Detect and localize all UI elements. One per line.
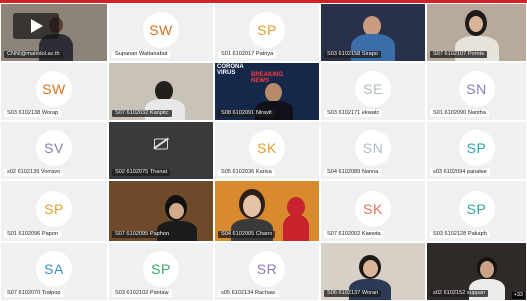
participant-name: S07 6102070 Traipop	[4, 290, 64, 297]
participant-tile[interactable]: SV s02 6102139 Vorravo	[0, 121, 108, 180]
participant-tile[interactable]: SP s03 6102094 panalee	[426, 121, 527, 180]
avatar: SN	[458, 71, 495, 108]
participant-tile[interactable]: SK S07 6102002 Kaewta	[320, 180, 426, 242]
participant-name: S05 6102036 Karisa	[218, 169, 275, 176]
participant-name: S01 6102017 Patriya	[218, 51, 277, 58]
participant-name: S03 6102138 Worap	[4, 110, 62, 117]
participant-name: S07 6102107 Pornte	[430, 51, 488, 58]
participant-tile[interactable]: SP S01 6102096 Papon	[0, 180, 108, 242]
participant-name: s05 6102134 Rachaw	[218, 290, 279, 297]
participant-name: S03 6102171 ekwatc	[324, 110, 383, 117]
avatar: SN	[355, 130, 391, 167]
news-badge-line2: NEWS	[251, 78, 269, 84]
participant-tile[interactable]: SA S07 6102070 Traipop	[0, 242, 108, 301]
participant-tile[interactable]: SP S03 6102128 Pakaph	[426, 180, 527, 242]
avatar: SP	[143, 251, 179, 288]
participant-name: S06 6102137 Woran	[324, 290, 382, 297]
avatar: SW	[36, 71, 72, 108]
participant-tile[interactable]: SN S01 6102090 Nantha	[426, 62, 527, 121]
avatar: SE	[355, 71, 391, 108]
avatar: SP	[36, 190, 72, 227]
participant-name: s02 6102139 Vorravo	[4, 169, 64, 176]
avatar: SK	[355, 190, 391, 227]
participant-name: CNNI@mahidol.ac.th	[4, 51, 63, 58]
participant-tile[interactable]: S07 6102032 Kanpitc	[108, 62, 214, 121]
participant-tile[interactable]: SR s05 6102134 Rachaw	[214, 242, 320, 301]
participant-tile[interactable]: SP S01 6102017 Patriya	[214, 3, 320, 62]
participant-tile[interactable]: CORONA VIRUS BREAKING NEWS S08 6102091 N…	[214, 62, 320, 121]
participant-tile[interactable]: S07 6102095 Paphon	[108, 180, 214, 242]
participant-name: S07 6102032 Kanpitc	[112, 110, 172, 117]
participant-tile[interactable]: CNNI@mahidol.ac.th	[0, 3, 108, 62]
news-overlay: CORONA VIRUS	[217, 64, 244, 76]
participant-name: S03 6102102 Pantaw	[112, 290, 172, 297]
participant-name: S03 6102128 Pakaph	[430, 231, 490, 238]
participant-name: Supanan Wattanabut	[112, 51, 171, 58]
participant-tile[interactable]: S06 6102137 Woran	[320, 242, 426, 301]
avatar: SR	[249, 251, 285, 288]
news-title-line2: VIRUS	[217, 70, 236, 76]
avatar: SK	[249, 130, 285, 167]
participant-tile[interactable]: SK S05 6102036 Karisa	[214, 121, 320, 180]
avatar: SA	[36, 251, 72, 288]
participant-name: S01 6102096 Papon	[4, 231, 62, 238]
play-icon[interactable]	[13, 13, 59, 39]
participant-name: S07 6102095 Paphon	[112, 231, 173, 238]
participant-grid: CNNI@mahidol.ac.th SW Supanan Wattanabut…	[0, 3, 527, 301]
participant-name: S08 6102091 Niravit	[218, 110, 275, 117]
more-participants-count[interactable]: +33	[511, 292, 525, 299]
participant-name: S07 6102002 Kaewta	[324, 231, 384, 238]
participant-name: S03 6102158 Sirapo	[324, 51, 382, 58]
participant-tile[interactable]: SP S03 6102102 Pantaw	[108, 242, 214, 301]
avatar: SP	[458, 130, 495, 167]
participant-tile[interactable]: SN S04 6102089 Nanna	[320, 121, 426, 180]
avatar: SV	[36, 130, 72, 167]
participant-name: S04 6102089 Nanna	[324, 169, 382, 176]
participant-tile[interactable]: SE S03 6102171 ekwatc	[320, 62, 426, 121]
participant-tile[interactable]: SW Supanan Wattanabut	[108, 3, 214, 62]
avatar: SW	[143, 12, 179, 49]
participant-name: s02 6102152 suppan	[430, 290, 489, 297]
participant-name: S01 6102090 Nantha	[430, 110, 489, 117]
avatar: SP	[458, 190, 495, 227]
participant-tile[interactable]: s02 6102152 suppan +33	[426, 242, 527, 301]
participant-name: s03 6102094 panalee	[430, 169, 490, 176]
participant-name: S02 6102075 Thanat	[112, 169, 171, 176]
news-badge: BREAKING NEWS	[251, 72, 283, 84]
participant-tile[interactable]: S04 6102005 Chano	[214, 180, 320, 242]
participant-tile[interactable]: S07 6102107 Pornte	[426, 3, 527, 62]
participant-name: S04 6102005 Chano	[218, 231, 276, 238]
camera-off-icon	[154, 138, 168, 150]
participant-tile[interactable]: SW S03 6102138 Worap	[0, 62, 108, 121]
participant-tile[interactable]: S03 6102158 Sirapo	[320, 3, 426, 62]
avatar: SP	[249, 12, 285, 49]
participant-tile[interactable]: S02 6102075 Thanat	[108, 121, 214, 180]
